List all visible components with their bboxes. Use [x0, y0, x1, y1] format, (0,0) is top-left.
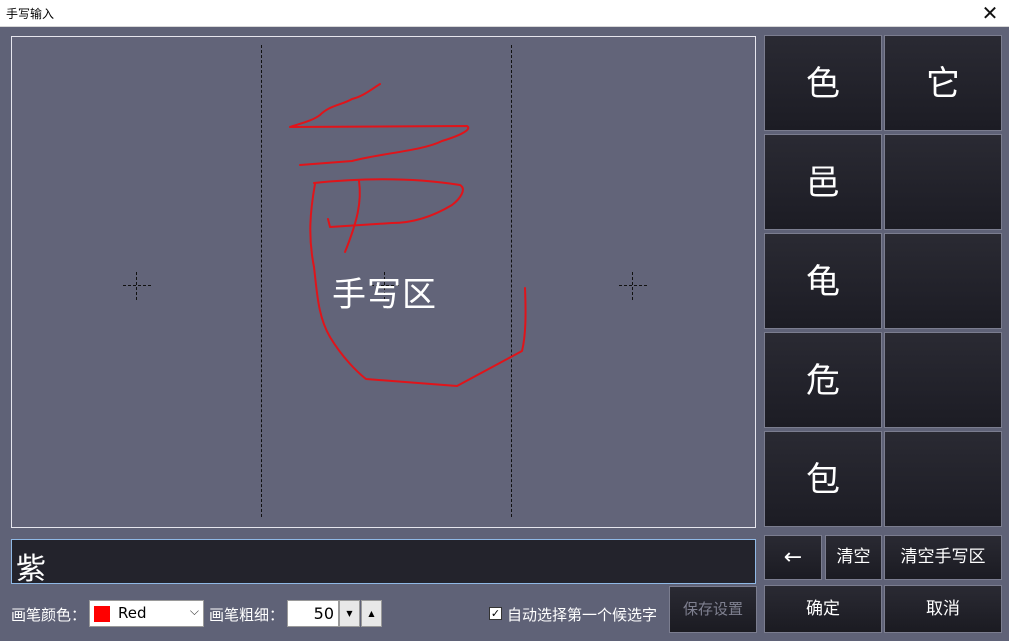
candidate-button[interactable]: 龟	[764, 233, 882, 329]
candidate-button[interactable]: 危	[764, 332, 882, 428]
chevron-down-icon: ⌵	[189, 604, 199, 618]
auto-select-checkbox[interactable]: ✓	[489, 607, 502, 620]
pen-color-select[interactable]: Red ⌵	[89, 600, 204, 627]
pen-width-value: 50	[313, 604, 334, 623]
cancel-button[interactable]: 取消	[884, 585, 1002, 633]
color-swatch	[94, 606, 110, 622]
candidate-button[interactable]	[884, 431, 1002, 527]
auto-select-label: 自动选择第一个候选字	[507, 606, 658, 624]
pen-width-label: 画笔粗细：	[209, 606, 285, 624]
save-settings-button[interactable]: 保存设置	[669, 586, 757, 633]
candidate-button[interactable]: 它	[884, 35, 1002, 131]
title-bar: 手写输入 ✕	[0, 0, 1009, 27]
pen-width-input[interactable]: 50	[287, 600, 339, 627]
result-input[interactable]: 紫	[11, 539, 756, 587]
pen-color-value: Red	[118, 604, 147, 622]
clear-pad-button[interactable]: 清空手写区	[884, 535, 1002, 580]
handwriting-pad[interactable]: 手写区	[11, 36, 756, 528]
handwriting-strokes	[289, 83, 527, 387]
result-text: 紫	[16, 552, 46, 587]
close-icon[interactable]: ✕	[977, 1, 1003, 25]
spin-down-button[interactable]: ▼	[339, 600, 360, 627]
main-area: 手写区 紫 色 它 邑 龟 危 包 ← 清空 清空手写区 确定 取消 画笔颜色：…	[0, 27, 1009, 641]
candidate-button[interactable]: 色	[764, 35, 882, 131]
candidate-button[interactable]	[884, 233, 1002, 329]
clear-button[interactable]: 清空	[825, 535, 882, 580]
ok-button[interactable]: 确定	[764, 585, 882, 633]
spin-up-button[interactable]: ▲	[361, 600, 382, 627]
backspace-button[interactable]: ←	[764, 535, 822, 580]
pen-color-label: 画笔颜色：	[11, 606, 87, 624]
candidate-button[interactable]: 包	[764, 431, 882, 527]
candidate-button[interactable]	[884, 134, 1002, 230]
candidate-button[interactable]: 邑	[764, 134, 882, 230]
window-title: 手写输入	[6, 7, 55, 21]
candidate-button[interactable]	[884, 332, 1002, 428]
